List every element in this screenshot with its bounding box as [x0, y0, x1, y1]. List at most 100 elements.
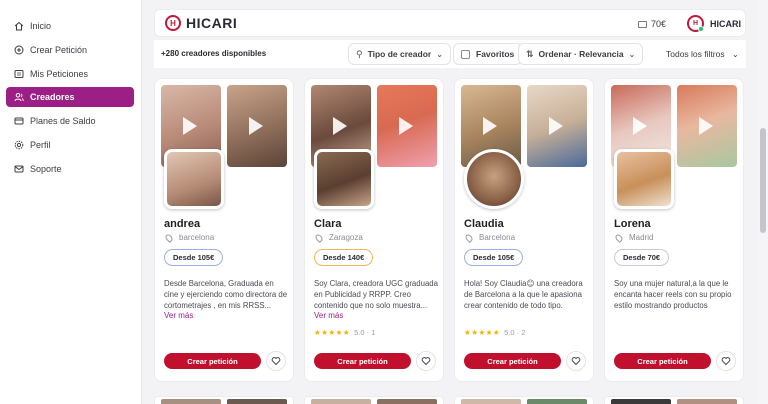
creator-card-partial[interactable]: [154, 396, 294, 404]
person-icon: ⚲: [356, 48, 363, 59]
sidebar-item-label: Inicio: [30, 21, 52, 31]
creator-rating: ★★★★★ 5.0 · 2: [464, 328, 525, 337]
creator-card-partial[interactable]: [304, 396, 444, 404]
video-thumbnail[interactable]: [377, 85, 437, 167]
video-thumbnail: [377, 399, 437, 404]
wallet-icon: [638, 20, 647, 28]
price-badge: Desde 105€: [164, 249, 224, 266]
heart-icon: [271, 357, 281, 366]
video-thumbnail[interactable]: [527, 85, 587, 167]
logo-mark-icon: H: [165, 15, 181, 31]
user-menu[interactable]: H HICARI: [687, 15, 741, 32]
see-more-link[interactable]: Ver más: [314, 311, 343, 320]
creator-type-dropdown[interactable]: ⚲ Tipo de creador ⌄: [348, 43, 451, 65]
creator-name[interactable]: andrea: [164, 218, 200, 230]
credit-card-icon: [14, 116, 24, 126]
favorite-button[interactable]: [266, 351, 286, 371]
location-text: Madrid: [629, 233, 654, 242]
plus-circle-icon: [14, 45, 24, 55]
creator-rating: ★★★★★ 5.0 · 1: [314, 328, 375, 337]
favorites-label: Favoritos: [476, 49, 515, 59]
online-status-icon: [698, 26, 704, 32]
list-icon: [14, 69, 24, 79]
sort-dropdown[interactable]: ⇅ Ordenar · Relevancia ⌄: [518, 43, 644, 65]
location-text: Zaragoza: [329, 233, 363, 242]
location-text: barcelona: [179, 233, 215, 242]
creator-location: Barcelona: [464, 232, 516, 243]
play-icon: [183, 117, 197, 135]
see-more-link[interactable]: Ver más: [164, 311, 193, 320]
creator-description: Soy una mujer natural,a la que le encant…: [614, 279, 732, 310]
location-text: Barcelona: [479, 233, 516, 242]
chevron-down-icon: ⌄: [436, 49, 443, 59]
creator-photo: [314, 149, 374, 209]
creators-count: +280 creadores disponibles: [161, 49, 267, 58]
page-scrollbar[interactable]: [758, 0, 768, 404]
top-header: H HICARI 70€ H HICARI: [154, 9, 746, 37]
creator-description: Desde Barcelona, Graduada en cine y ejer…: [164, 279, 288, 310]
scrollbar-thumb[interactable]: [760, 128, 766, 233]
location-pin-icon: [464, 232, 474, 243]
chevron-down-icon: ⌄: [731, 50, 739, 59]
favorite-button[interactable]: [416, 351, 436, 371]
create-request-button[interactable]: Crear petición: [314, 353, 411, 369]
creator-card-partial[interactable]: [604, 396, 744, 404]
sidebar-item-inicio[interactable]: Inicio: [6, 16, 134, 36]
create-request-button[interactable]: Crear petición: [614, 353, 711, 369]
sidebar-item-label: Mis Peticiones: [30, 69, 89, 79]
sort-icon: ⇅: [526, 48, 534, 59]
creator-name[interactable]: Lorena: [614, 218, 651, 230]
play-icon: [549, 117, 563, 135]
heart-icon: [571, 357, 581, 366]
home-icon: [14, 21, 24, 31]
video-thumbnail: [311, 399, 371, 404]
creator-card[interactable]: Lorena Madrid Desde 70€ Soy una mujer na…: [604, 78, 744, 382]
brand-logo[interactable]: H HICARI: [165, 15, 237, 31]
heart-icon: [721, 357, 731, 366]
video-thumbnail[interactable]: [677, 85, 737, 167]
creator-photo: [464, 149, 524, 209]
video-thumbnail: [611, 399, 671, 404]
location-pin-icon: [314, 232, 324, 243]
sidebar-item-creadores[interactable]: Creadores: [6, 87, 134, 107]
favorite-button[interactable]: [716, 351, 736, 371]
user-name: HICARI: [710, 18, 741, 29]
video-thumbnail: [227, 399, 287, 404]
chevron-down-icon: ⌄: [628, 49, 636, 59]
creator-location: barcelona: [164, 232, 215, 243]
create-request-button[interactable]: Crear petición: [164, 353, 261, 369]
creator-card[interactable]: andrea barcelona Desde 105€ Desde Barcel…: [154, 78, 294, 382]
creator-name[interactable]: Claudia: [464, 218, 504, 230]
filter-bar: +280 creadores disponibles ⚲ Tipo de cre…: [154, 40, 746, 68]
sidebar-item-label: Crear Petición: [30, 45, 88, 55]
play-icon: [483, 117, 497, 135]
sidebar-item-crear-peticion[interactable]: Crear Petición: [6, 40, 134, 60]
play-icon: [699, 117, 713, 135]
favorites-checkbox[interactable]: [461, 49, 470, 59]
create-request-button[interactable]: Crear petición: [464, 353, 561, 369]
favorite-button[interactable]: [566, 351, 586, 371]
favorites-filter[interactable]: Favoritos: [453, 43, 523, 65]
sidebar-item-planes-de-saldo[interactable]: Planes de Saldo: [6, 111, 134, 131]
creator-card-partial[interactable]: [454, 396, 594, 404]
price-badge: Desde 140€: [314, 249, 374, 266]
creator-card[interactable]: Clara Zaragoza Desde 140€ Soy Clara, cre…: [304, 78, 444, 382]
rating-stars: ★★★★★: [314, 328, 351, 337]
sidebar-item-soporte[interactable]: Soporte: [6, 159, 134, 179]
heart-icon: [421, 357, 431, 366]
creator-location: Zaragoza: [314, 232, 363, 243]
play-icon: [333, 117, 347, 135]
all-filters-button[interactable]: Todos los filtros ⌄: [666, 49, 739, 59]
play-icon: [633, 117, 647, 135]
sidebar: Inicio Crear Petición Mis Peticiones Cre…: [0, 0, 142, 404]
creator-card[interactable]: Claudia Barcelona Desde 105€ Hola! Soy C…: [454, 78, 594, 382]
logo-text: HICARI: [186, 15, 238, 31]
all-filters-label: Todos los filtros: [666, 49, 725, 59]
balance-display[interactable]: 70€: [638, 19, 666, 29]
sidebar-item-mis-peticiones[interactable]: Mis Peticiones: [6, 64, 134, 84]
sidebar-item-perfil[interactable]: Perfil: [6, 135, 134, 155]
location-pin-icon: [164, 232, 174, 243]
video-thumbnail[interactable]: [227, 85, 287, 167]
sidebar-item-label: Creadores: [30, 92, 75, 102]
creator-name[interactable]: Clara: [314, 218, 342, 230]
